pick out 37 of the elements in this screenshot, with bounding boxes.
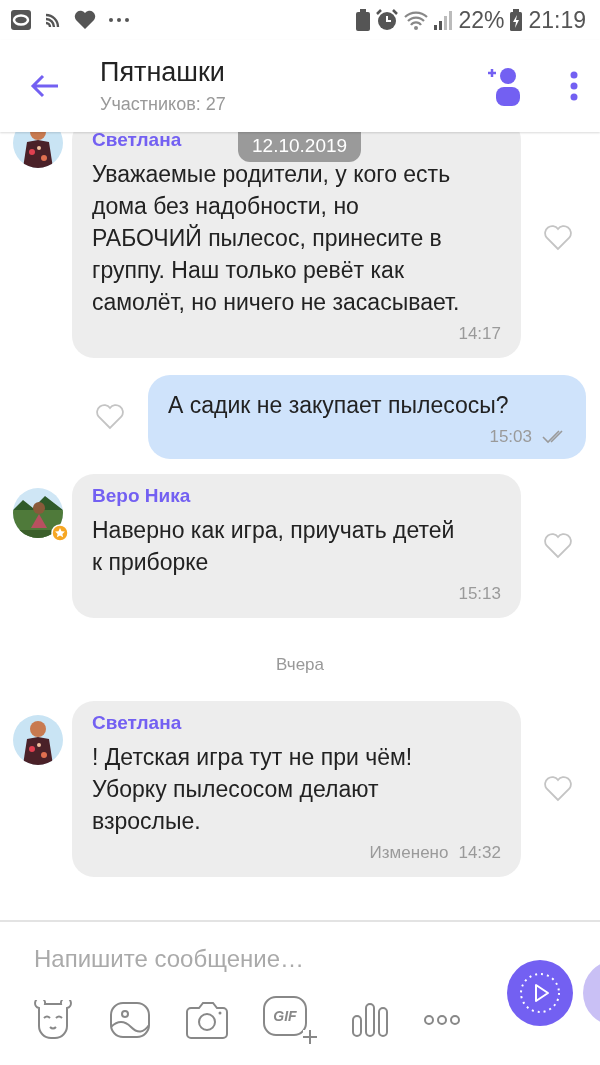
cast-icon — [44, 11, 62, 29]
date-separator: Вчера — [276, 655, 324, 675]
back-button[interactable] — [30, 74, 60, 98]
message-input[interactable]: Напишите сообщение… — [32, 944, 456, 974]
gallery-icon[interactable] — [109, 1001, 151, 1039]
heart-icon — [74, 10, 96, 30]
battery-percent: 22% — [458, 6, 505, 34]
message-time: 15:13 — [458, 584, 501, 604]
menu-icon[interactable] — [570, 71, 578, 101]
participants-count: Участников: 27 — [100, 94, 227, 115]
message-text: ! Детская игра тут не при чём! Уборку пылесосом делают взрослые. — [92, 743, 414, 836]
sender-name: Светлана — [92, 711, 182, 735]
add-participant-icon[interactable] — [488, 66, 522, 106]
edited-label: Изменено — [369, 843, 449, 863]
star-badge-icon — [51, 524, 69, 542]
message-text: Наверно как игра, приучать детей к приборке — [92, 516, 456, 577]
sticker-icon[interactable] — [31, 1000, 75, 1040]
signal-icon — [434, 10, 453, 30]
wifi-icon — [404, 10, 429, 30]
more-icon — [108, 17, 130, 23]
date-badge: 12.10.2019 — [238, 132, 362, 162]
message-time: 15:03 — [489, 427, 532, 447]
app-icon — [10, 9, 32, 31]
message-text: Уважаемые родители, у кого есть дома без надобности, но РАБОЧИЙ пылесос, принесите в группу. Наш только ревёт как самолёт, но ничего не засасывает. — [92, 160, 461, 317]
sender-name: Светлана — [92, 132, 182, 152]
clock: 21:19 — [528, 6, 586, 34]
message-text: А садик не закупает пылесосы? — [168, 391, 510, 420]
battery-saver-icon — [356, 9, 371, 31]
camera-icon[interactable] — [185, 1000, 229, 1040]
more-icon[interactable] — [423, 1014, 461, 1026]
message-time: 14:17 — [458, 324, 501, 344]
alarm-icon — [376, 9, 399, 31]
battery-icon — [510, 9, 523, 31]
chat-title: Пятнашки — [100, 57, 226, 88]
voice-icon[interactable] — [351, 1002, 389, 1038]
sender-name: Веро Ника — [92, 484, 191, 508]
message-time: 14:32 — [458, 843, 501, 863]
